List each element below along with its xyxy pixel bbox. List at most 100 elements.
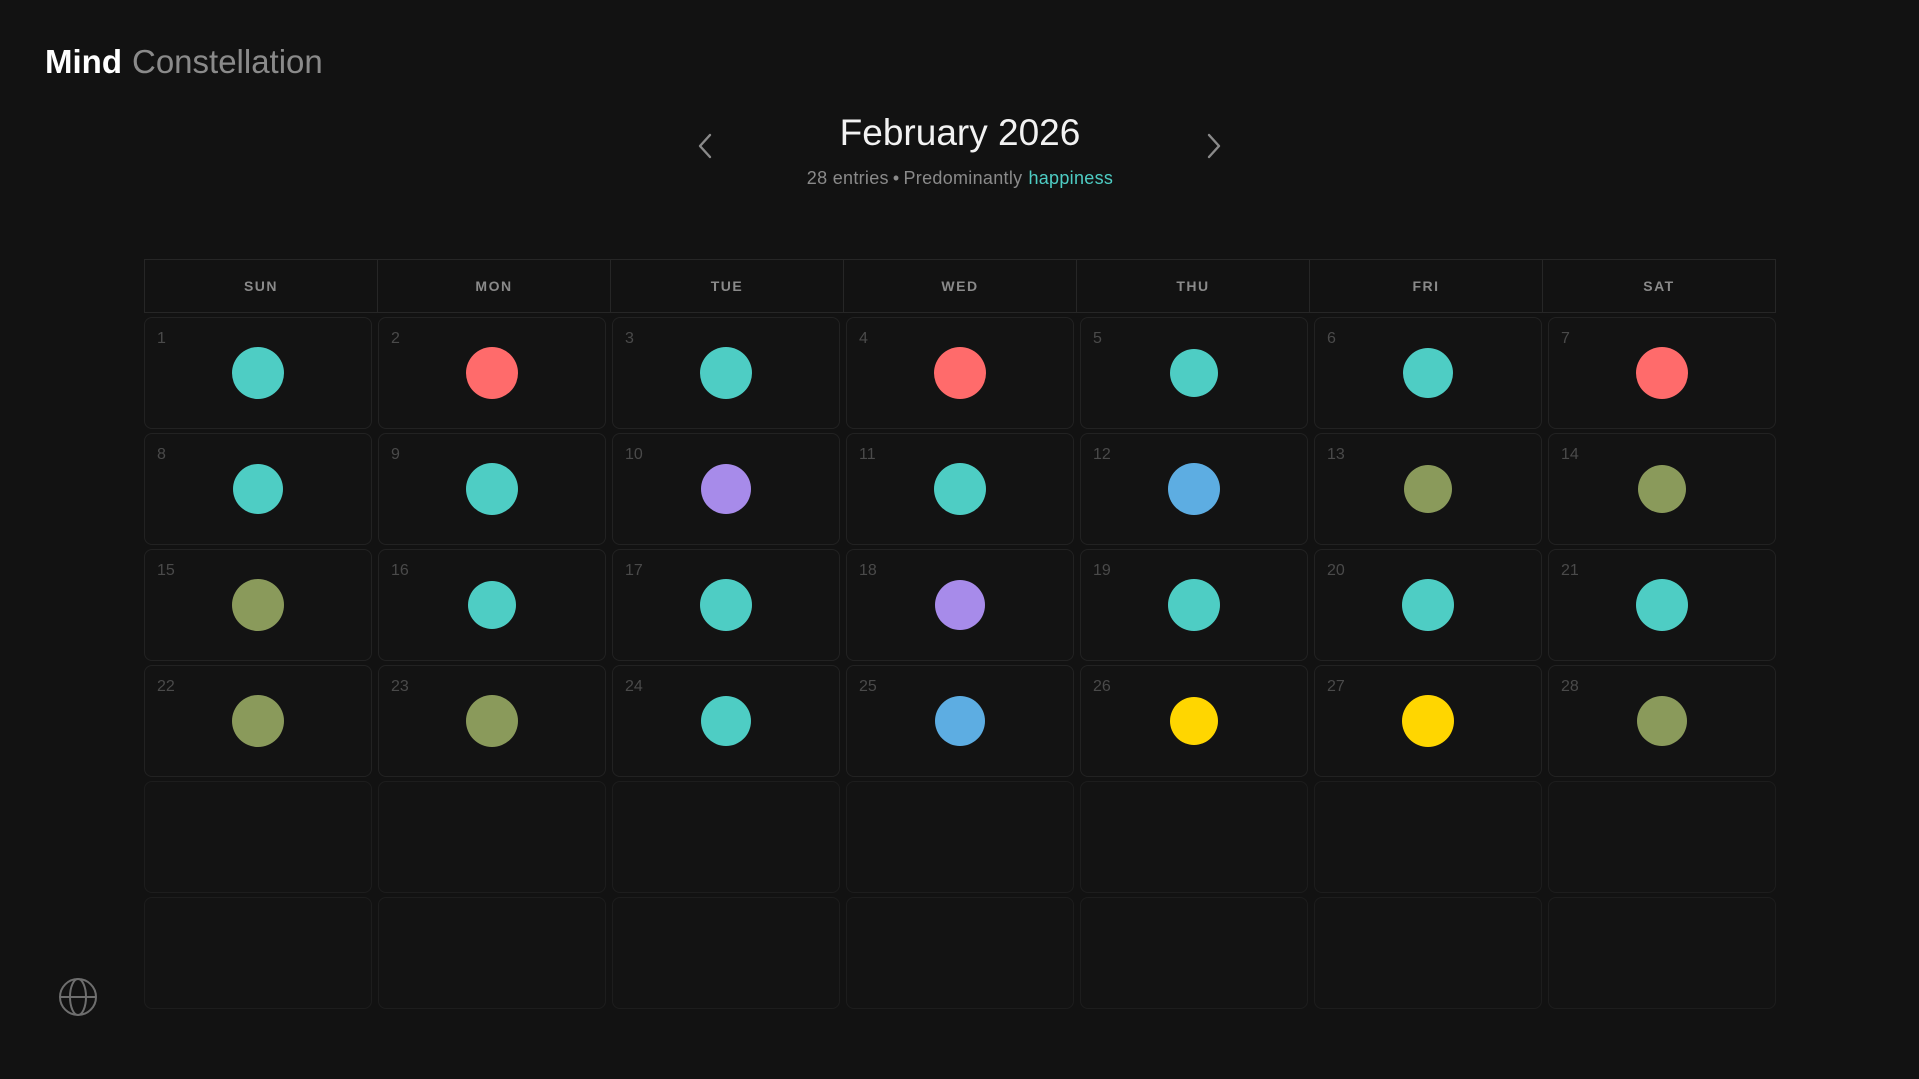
day-number: 15	[157, 562, 175, 579]
month-summary: 28 entries • Predominantly happiness	[700, 166, 1220, 190]
day-number: 4	[859, 330, 868, 347]
day-cell[interactable]: 28	[1548, 665, 1776, 777]
day-cell[interactable]: 2	[378, 317, 606, 429]
day-cell[interactable]: 8	[144, 433, 372, 545]
day-number: 19	[1093, 562, 1111, 579]
day-cell[interactable]: 14	[1548, 433, 1776, 545]
day-number: 13	[1327, 446, 1345, 463]
day-cell[interactable]: 24	[612, 665, 840, 777]
weekday-sat: SAT	[1643, 278, 1675, 294]
day-cell[interactable]: 17	[612, 549, 840, 661]
mood-dot[interactable]	[934, 347, 986, 399]
day-number: 27	[1327, 678, 1345, 695]
day-cell[interactable]: 16	[378, 549, 606, 661]
day-cell[interactable]: 3	[612, 317, 840, 429]
empty-day-cell	[612, 897, 840, 1009]
mood-dot[interactable]	[232, 347, 284, 399]
mood-dot[interactable]	[1402, 695, 1454, 747]
day-number: 16	[391, 562, 409, 579]
empty-day-cell	[846, 897, 1074, 1009]
mood-dot[interactable]	[466, 695, 518, 747]
empty-day-cell	[1080, 897, 1308, 1009]
day-number: 20	[1327, 562, 1345, 579]
app-root: Mind Constellation February 2026 28 entri…	[0, 0, 1919, 1079]
day-cell[interactable]: 6	[1314, 317, 1542, 429]
day-cell[interactable]: 9	[378, 433, 606, 545]
app-logo: Mind Constellation	[45, 42, 323, 82]
day-number: 8	[157, 446, 166, 463]
mood-dot[interactable]	[700, 347, 752, 399]
calendar-grid: SUN MON TUE WED THU FRI SAT 1 2 3 4 5 6 7 8 9 10 1…	[144, 259, 1776, 1009]
day-number: 6	[1327, 330, 1336, 347]
mood-dot[interactable]	[1168, 463, 1220, 515]
day-cell[interactable]: 27	[1314, 665, 1542, 777]
mood-dot[interactable]	[1636, 579, 1688, 631]
brand-light-text: Constellation	[131, 43, 323, 80]
day-cell[interactable]: 4	[846, 317, 1074, 429]
predominant-label: Predominantly	[903, 168, 1023, 188]
mood-dot[interactable]	[935, 696, 985, 746]
mood-dot[interactable]	[1170, 349, 1218, 397]
weekday-wed: WED	[844, 260, 1077, 312]
mood-dot[interactable]	[1168, 579, 1220, 631]
empty-day-cell	[1314, 897, 1542, 1009]
day-cell[interactable]: 23	[378, 665, 606, 777]
mood-dot[interactable]	[1636, 347, 1688, 399]
day-number: 25	[859, 678, 877, 695]
day-cell[interactable]: 12	[1080, 433, 1308, 545]
day-number: 26	[1093, 678, 1111, 695]
day-cells: 1 2 3 4 5 6 7 8 9 10 11 12 13 14 15 16 17 18 19 20 21 22 23 24 2…	[144, 317, 1776, 1009]
day-number: 24	[625, 678, 643, 695]
day-cell[interactable]: 5	[1080, 317, 1308, 429]
mood-dot[interactable]	[1403, 348, 1453, 398]
day-cell[interactable]: 19	[1080, 549, 1308, 661]
day-number: 28	[1561, 678, 1579, 695]
empty-day-cell	[1548, 781, 1776, 893]
day-number: 1	[157, 330, 166, 347]
mood-dot[interactable]	[468, 581, 516, 629]
weekday-tue: TUE	[611, 260, 844, 312]
mood-dot[interactable]	[466, 463, 518, 515]
mood-dot[interactable]	[1170, 697, 1218, 745]
mood-dot[interactable]	[934, 463, 986, 515]
mood-dot[interactable]	[1404, 465, 1452, 513]
mood-dot[interactable]	[935, 580, 985, 630]
empty-day-cell	[378, 781, 606, 893]
entry-count: 28 entries	[806, 168, 889, 188]
mood-dot[interactable]	[1402, 579, 1454, 631]
empty-day-cell	[1080, 781, 1308, 893]
mood-dot[interactable]	[700, 579, 752, 631]
mood-dot[interactable]	[1637, 696, 1687, 746]
day-cell[interactable]: 21	[1548, 549, 1776, 661]
mood-dot[interactable]	[1638, 465, 1686, 513]
empty-day-cell	[612, 781, 840, 893]
mood-dot[interactable]	[233, 464, 283, 514]
day-number: 7	[1561, 330, 1570, 347]
language-button[interactable]	[56, 975, 100, 1019]
day-cell[interactable]: 7	[1548, 317, 1776, 429]
day-cell[interactable]: 26	[1080, 665, 1308, 777]
day-cell[interactable]: 25	[846, 665, 1074, 777]
mood-dot[interactable]	[232, 695, 284, 747]
day-cell[interactable]: 15	[144, 549, 372, 661]
mood-dot[interactable]	[466, 347, 518, 399]
day-cell[interactable]: 18	[846, 549, 1074, 661]
day-number: 17	[625, 562, 643, 579]
day-cell[interactable]: 10	[612, 433, 840, 545]
mood-dot[interactable]	[701, 464, 751, 514]
day-cell[interactable]: 20	[1314, 549, 1542, 661]
day-cell[interactable]: 13	[1314, 433, 1542, 545]
day-number: 11	[859, 446, 876, 463]
day-cell[interactable]: 22	[144, 665, 372, 777]
day-number: 10	[625, 446, 643, 463]
day-cell[interactable]: 1	[144, 317, 372, 429]
day-cell[interactable]: 11	[846, 433, 1074, 545]
day-number: 21	[1561, 562, 1579, 579]
day-number: 9	[391, 446, 400, 463]
month-header: February 2026 28 entries • Predominantly ha…	[700, 108, 1220, 190]
day-number: 5	[1093, 330, 1102, 347]
mood-dot[interactable]	[232, 579, 284, 631]
next-month-button[interactable]	[1194, 126, 1234, 166]
mood-dot[interactable]	[701, 696, 751, 746]
summary-separator: •	[892, 168, 900, 188]
